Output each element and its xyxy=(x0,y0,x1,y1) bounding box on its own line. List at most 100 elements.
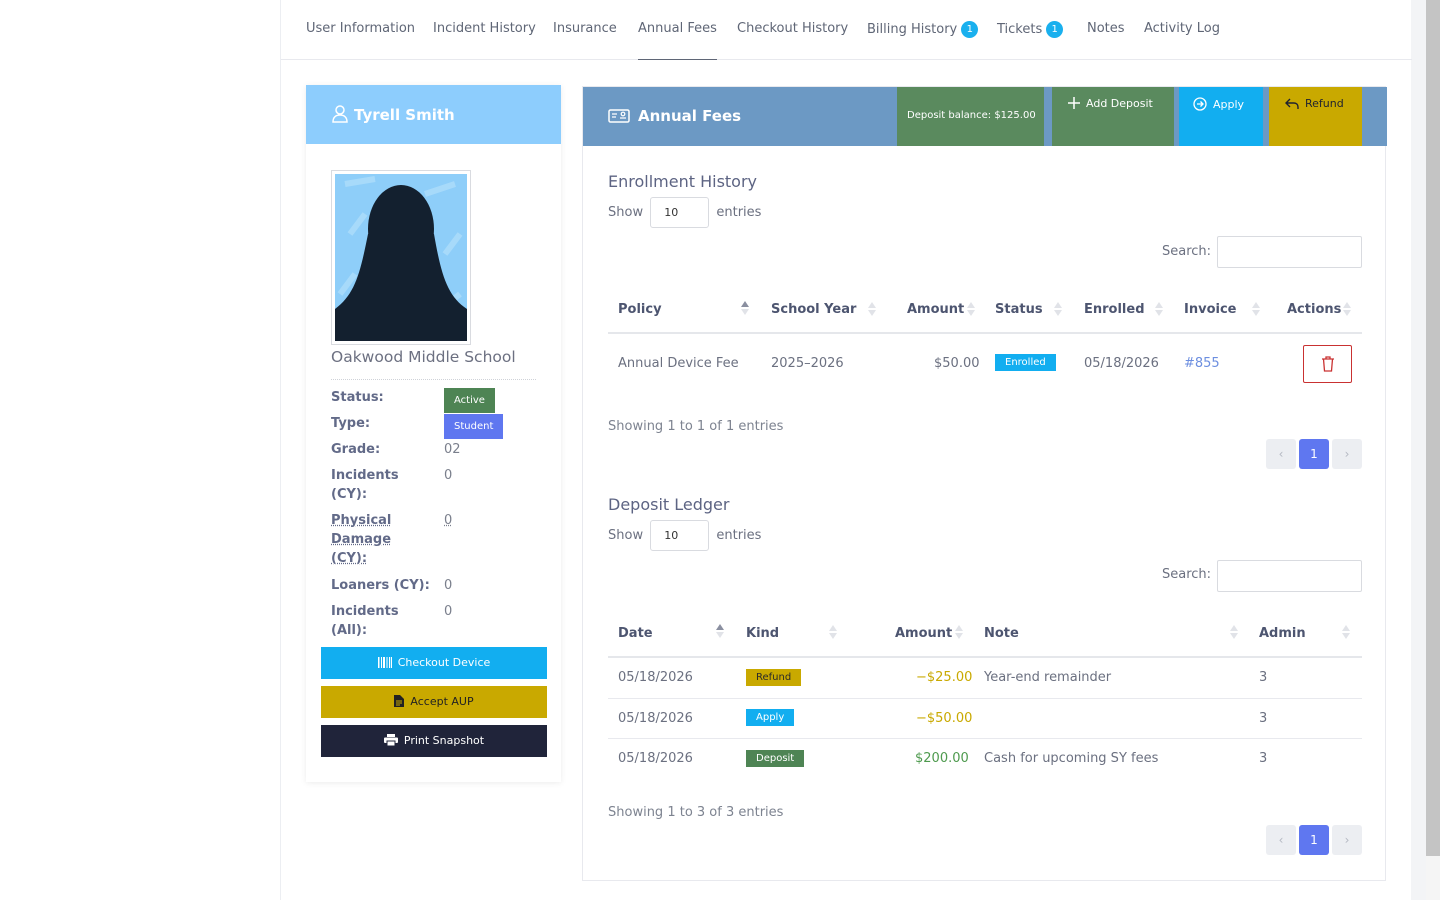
sort-icon xyxy=(868,302,876,316)
column-header-kind[interactable]: Kind xyxy=(746,626,779,641)
sort-icon xyxy=(829,625,837,639)
sort-icon xyxy=(1230,625,1238,639)
tab-notes[interactable]: Notes xyxy=(1087,21,1125,60)
incidents-cy-label: Incidents (CY): xyxy=(331,468,399,502)
chevron-right-icon: › xyxy=(1344,447,1350,461)
physical-damage-cy-label: Physical Damage (CY): xyxy=(331,513,392,566)
pagination-next-button[interactable]: › xyxy=(1332,825,1362,855)
pagination-page-button[interactable]: 1 xyxy=(1299,439,1329,469)
enrollment-table-info: Showing 1 to 1 of 1 entries xyxy=(608,419,784,434)
arrow-circle-right-icon xyxy=(1193,97,1213,111)
refund-button[interactable]: Refund xyxy=(1269,87,1362,146)
chevron-left-icon: ‹ xyxy=(1278,447,1284,461)
sort-icon xyxy=(955,625,963,639)
kind-cell: Refund xyxy=(746,669,802,686)
table-header-divider xyxy=(608,656,1362,658)
profile-card-header: Tyrell Smith xyxy=(306,85,561,144)
left-blank-area xyxy=(0,0,280,900)
loaners-cy-label: Loaners (CY): xyxy=(331,578,430,593)
column-header-amount[interactable]: Amount xyxy=(895,626,952,641)
tab-checkout-history[interactable]: Checkout History xyxy=(737,21,848,60)
scrollbar-thumb[interactable] xyxy=(1426,0,1440,856)
enrollment-page-size-select[interactable]: 10 xyxy=(650,197,710,228)
document-icon xyxy=(394,695,410,708)
sort-icon xyxy=(1155,302,1163,316)
kind-cell: Apply xyxy=(746,709,795,726)
chevron-right-icon: › xyxy=(1344,833,1350,847)
school-name: Oakwood Middle School xyxy=(331,348,516,366)
incidents-all-value: 0 xyxy=(444,604,453,619)
policy-cell: Annual Device Fee xyxy=(618,356,739,371)
loaners-cy-value: 0 xyxy=(444,578,453,593)
type-badge: Student xyxy=(444,414,504,439)
delete-button[interactable] xyxy=(1303,345,1352,383)
date-cell: 05/18/2026 xyxy=(618,751,693,766)
main-content: User Information Incident History Insura… xyxy=(280,0,1412,900)
amount-cell: $50.00 xyxy=(934,356,980,371)
column-header-policy[interactable]: Policy xyxy=(618,302,662,317)
column-header-date[interactable]: Date xyxy=(618,626,653,641)
tab-bar: User Information Incident History Insura… xyxy=(281,0,1412,60)
sort-ascending-icon xyxy=(716,624,724,638)
status-cell: Enrolled xyxy=(995,354,1056,371)
kind-badge: Refund xyxy=(746,669,802,686)
column-header-status[interactable]: Status xyxy=(995,302,1043,317)
invoice-link[interactable]: #855 xyxy=(1184,356,1220,371)
sort-icon xyxy=(1054,302,1062,316)
annual-fees-title: Annual Fees xyxy=(608,107,741,125)
checkout-device-button[interactable]: Checkout Device xyxy=(321,647,547,679)
ledger-page-size-select[interactable]: 10 xyxy=(650,520,710,551)
column-header-amount[interactable]: Amount xyxy=(907,302,964,317)
note-cell: Year-end remainder xyxy=(984,670,1112,685)
status-label: Status: xyxy=(331,390,384,405)
user-icon xyxy=(332,105,354,124)
chevron-left-icon: ‹ xyxy=(1278,833,1284,847)
sort-ascending-icon xyxy=(741,301,749,315)
tab-user-information[interactable]: User Information xyxy=(306,21,415,60)
pagination-prev-button[interactable]: ‹ xyxy=(1266,439,1296,469)
sort-icon xyxy=(1342,625,1350,639)
note-cell: Cash for upcoming SY fees xyxy=(984,751,1159,766)
ledger-page-size-control: Show 10 entries xyxy=(608,520,761,551)
amount-cell: −$25.00 xyxy=(916,670,973,685)
pagination-prev-button[interactable]: ‹ xyxy=(1266,825,1296,855)
annual-fees-header: Annual Fees Deposit balance: $125.00 Add… xyxy=(583,87,1387,146)
ledger-search-input[interactable] xyxy=(1217,560,1362,592)
tab-insurance[interactable]: Insurance xyxy=(553,21,617,60)
column-header-enrolled[interactable]: Enrolled xyxy=(1084,302,1145,317)
enrolled-date-cell: 05/18/2026 xyxy=(1084,356,1159,371)
enrollment-search-input[interactable] xyxy=(1217,236,1362,268)
type-label: Type: xyxy=(331,416,371,431)
table-header-divider xyxy=(608,332,1362,334)
sort-icon xyxy=(1252,302,1260,316)
column-header-school-year[interactable]: School Year xyxy=(771,302,856,317)
apply-button[interactable]: Apply xyxy=(1179,87,1263,146)
user-name: Tyrell Smith xyxy=(354,106,455,124)
tab-annual-fees[interactable]: Annual Fees xyxy=(638,21,717,60)
date-cell: 05/18/2026 xyxy=(618,711,693,726)
pagination-page-button[interactable]: 1 xyxy=(1299,825,1329,855)
tickets-count-badge: 1 xyxy=(1046,21,1064,38)
column-header-invoice[interactable]: Invoice xyxy=(1184,302,1236,317)
add-deposit-button[interactable]: Add Deposit xyxy=(1052,87,1174,146)
money-check-icon xyxy=(608,107,638,125)
tab-tickets[interactable]: Tickets 1 xyxy=(997,21,1064,60)
column-header-note[interactable]: Note xyxy=(984,626,1019,641)
school-year-cell: 2025–2026 xyxy=(771,356,844,371)
print-snapshot-button[interactable]: Print Snapshot xyxy=(321,725,547,757)
pagination-next-button[interactable]: › xyxy=(1332,439,1362,469)
admin-cell: 3 xyxy=(1259,751,1268,766)
sort-icon xyxy=(967,302,975,316)
billing-history-count-badge: 1 xyxy=(961,21,979,38)
enrolled-badge: Enrolled xyxy=(995,354,1056,371)
column-header-actions[interactable]: Actions xyxy=(1287,302,1341,317)
admin-cell: 3 xyxy=(1259,711,1268,726)
tab-incident-history[interactable]: Incident History xyxy=(433,21,536,60)
tab-billing-history[interactable]: Billing History 1 xyxy=(867,21,979,60)
admin-cell: 3 xyxy=(1259,670,1268,685)
row-divider xyxy=(608,698,1362,699)
amount-cell: $200.00 xyxy=(915,751,969,766)
column-header-admin[interactable]: Admin xyxy=(1259,626,1306,641)
tab-activity-log[interactable]: Activity Log xyxy=(1144,21,1220,60)
accept-aup-button[interactable]: Accept AUP xyxy=(321,686,547,718)
